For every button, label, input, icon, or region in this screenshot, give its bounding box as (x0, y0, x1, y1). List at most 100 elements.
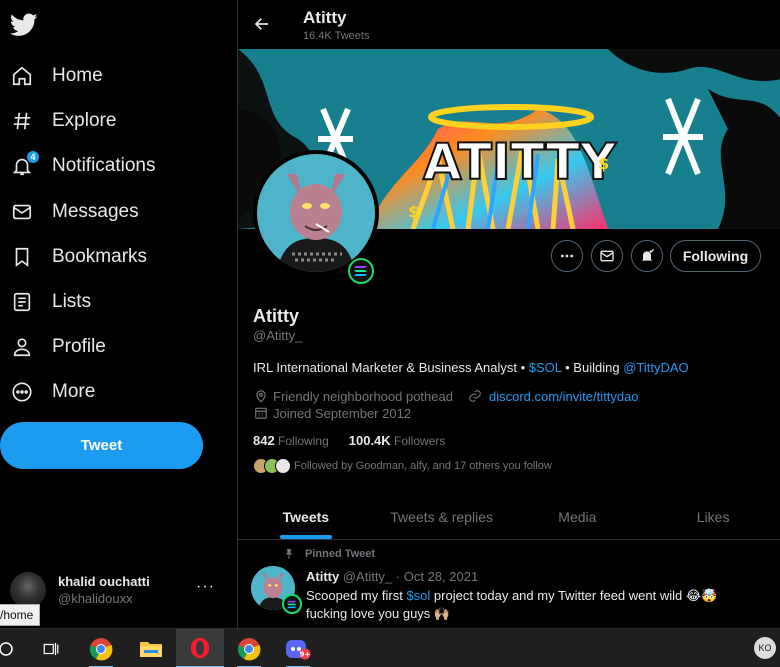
tweet-solana-badge-icon (282, 594, 302, 614)
mini-avatar (275, 458, 291, 474)
location-icon (253, 388, 269, 404)
svg-text:$: $ (598, 154, 609, 173)
account-handle: @khalidouxx (58, 591, 133, 606)
following-button[interactable]: Following (670, 240, 761, 272)
nav-notifications[interactable]: 4 Notifications (10, 146, 156, 186)
followers-stat[interactable]: 100.4K Followers (349, 433, 446, 448)
following-label: Following (278, 434, 329, 448)
bio-text: IRL International Marketer & Business An… (253, 360, 529, 375)
notify-button[interactable] (631, 240, 663, 272)
hashtag-icon (10, 109, 34, 133)
svg-text:$: $ (408, 202, 419, 221)
bookmark-icon (10, 245, 34, 269)
banner-logo-text: ATITTY (423, 133, 617, 191)
profile-meta-row: Friendly neighborhood pothead discord.co… (253, 388, 639, 404)
solana-badge-icon (348, 258, 374, 284)
followers-label: Followers (394, 434, 446, 448)
nav-explore[interactable]: Explore (10, 101, 116, 141)
pinned-tweet-label: Pinned Tweet (305, 548, 376, 560)
task-view-icon[interactable] (27, 629, 75, 667)
twitter-logo-icon[interactable] (3, 4, 45, 46)
bio-text-mid: • Building (561, 360, 624, 375)
account-more-icon[interactable]: ··· (196, 578, 215, 596)
nav-bookmarks[interactable]: Bookmarks (10, 237, 147, 277)
discord-badge: 9+ (300, 650, 311, 658)
nav-profile-label: Profile (52, 336, 106, 357)
tweet-button[interactable]: Tweet (0, 422, 203, 469)
more-icon (561, 254, 573, 258)
envelope-icon (600, 250, 614, 262)
tab-tweets-replies[interactable]: Tweets & replies (374, 494, 510, 539)
bio-mention-link[interactable]: @TittyDAO (623, 360, 688, 375)
bell-icon: 4 (10, 150, 40, 178)
search-circle-icon[interactable] (0, 629, 30, 667)
nav-explore-label: Explore (52, 110, 117, 131)
profile-bio: IRL International Marketer & Business An… (253, 360, 689, 375)
bell-check-icon (641, 248, 655, 261)
nav-lists-label: Lists (52, 291, 92, 312)
followed-by-text: Followed by Goodman, alfy, and 17 others… (294, 460, 552, 472)
windows-taskbar: 9+ KO (0, 628, 780, 667)
tweet-date[interactable]: Oct 28, 2021 (404, 569, 478, 584)
following-count: 842 (253, 433, 275, 448)
tweet-cashtag-link[interactable]: $sol (406, 588, 430, 603)
sidebar: Home Explore 4 Notifications Messages Bo… (0, 0, 237, 628)
profile-name: Atitty (253, 306, 299, 326)
profile-handle: @Atitty_ (253, 328, 303, 343)
header-tweet-count: 16.4K Tweets (303, 30, 370, 42)
person-icon (10, 335, 34, 359)
account-switcher[interactable]: khalid ouchatti @khalidouxx ··· (10, 568, 225, 612)
nav-home[interactable]: Home (10, 56, 103, 96)
notification-badge: 4 (26, 150, 40, 164)
back-arrow-icon[interactable] (250, 12, 274, 36)
tab-tweets[interactable]: Tweets (238, 494, 374, 539)
url-tooltip: /home (0, 604, 41, 626)
nav-messages-label: Messages (52, 201, 139, 222)
followed-by-avatars (253, 458, 291, 474)
chrome-icon[interactable] (77, 629, 125, 667)
tweet-author-name[interactable]: Atitty (306, 569, 339, 584)
nav-more[interactable]: More (10, 372, 95, 412)
tab-likes[interactable]: Likes (645, 494, 780, 539)
chrome-icon[interactable] (225, 629, 273, 667)
following-stat[interactable]: 842 Following (253, 433, 329, 448)
tweet-separator: · (392, 569, 404, 584)
nav-lists[interactable]: Lists (10, 282, 91, 322)
nav-more-label: More (52, 381, 96, 402)
tab-media[interactable]: Media (510, 494, 646, 539)
link-icon (467, 388, 483, 404)
tweet-header: Atitty @Atitty_ · Oct 28, 2021 (306, 569, 478, 584)
file-explorer-icon[interactable] (127, 629, 175, 667)
opera-icon[interactable] (176, 629, 224, 667)
discord-icon[interactable]: 9+ (274, 629, 322, 667)
nav-messages[interactable]: Messages (10, 192, 139, 232)
more-options-button[interactable] (551, 240, 583, 272)
user-avatar[interactable]: KO (754, 637, 776, 659)
profile-joined-row: Joined September 2012 (253, 405, 411, 421)
profile-website-link[interactable]: discord.com/invite/tittydao (489, 389, 639, 404)
tweet-text-b: project today and my Twitter feed went w… (430, 588, 718, 603)
tweet-author-handle[interactable]: @Atitty_ (343, 569, 392, 584)
nav-notifications-label: Notifications (52, 155, 156, 176)
nav-home-label: Home (52, 65, 103, 86)
followed-by-row[interactable]: Followed by Goodman, alfy, and 17 others… (253, 458, 552, 474)
nav-profile[interactable]: Profile (10, 327, 106, 367)
more-circle-icon (10, 380, 34, 404)
profile-main: Atitty 16.4K Tweets ATITTY $ $ Following… (237, 0, 780, 628)
message-button[interactable] (591, 240, 623, 272)
followers-count: 100.4K (348, 433, 391, 448)
profile-location: Friendly neighborhood pothead (273, 388, 453, 404)
bio-cashtag-link[interactable]: $SOL (529, 360, 562, 375)
tweet-text-a: Scooped my first (306, 588, 407, 603)
pinned-label: Pinned Tweet (283, 548, 375, 560)
calendar-icon (253, 405, 269, 421)
follow-stats: 842 Following 100.4K Followers (253, 433, 465, 448)
header-title: Atitty (303, 8, 347, 27)
home-icon (10, 64, 34, 88)
pin-icon (283, 548, 295, 560)
account-name: khalid ouchatti (58, 574, 150, 589)
tweet-text-c: fucking love you guys 🙌🏼 (306, 606, 451, 621)
tweet-text: Scooped my first $sol project today and … (306, 587, 766, 623)
profile-joined: Joined September 2012 (273, 405, 412, 421)
profile-tabs: Tweets Tweets & replies Media Likes (238, 494, 780, 540)
